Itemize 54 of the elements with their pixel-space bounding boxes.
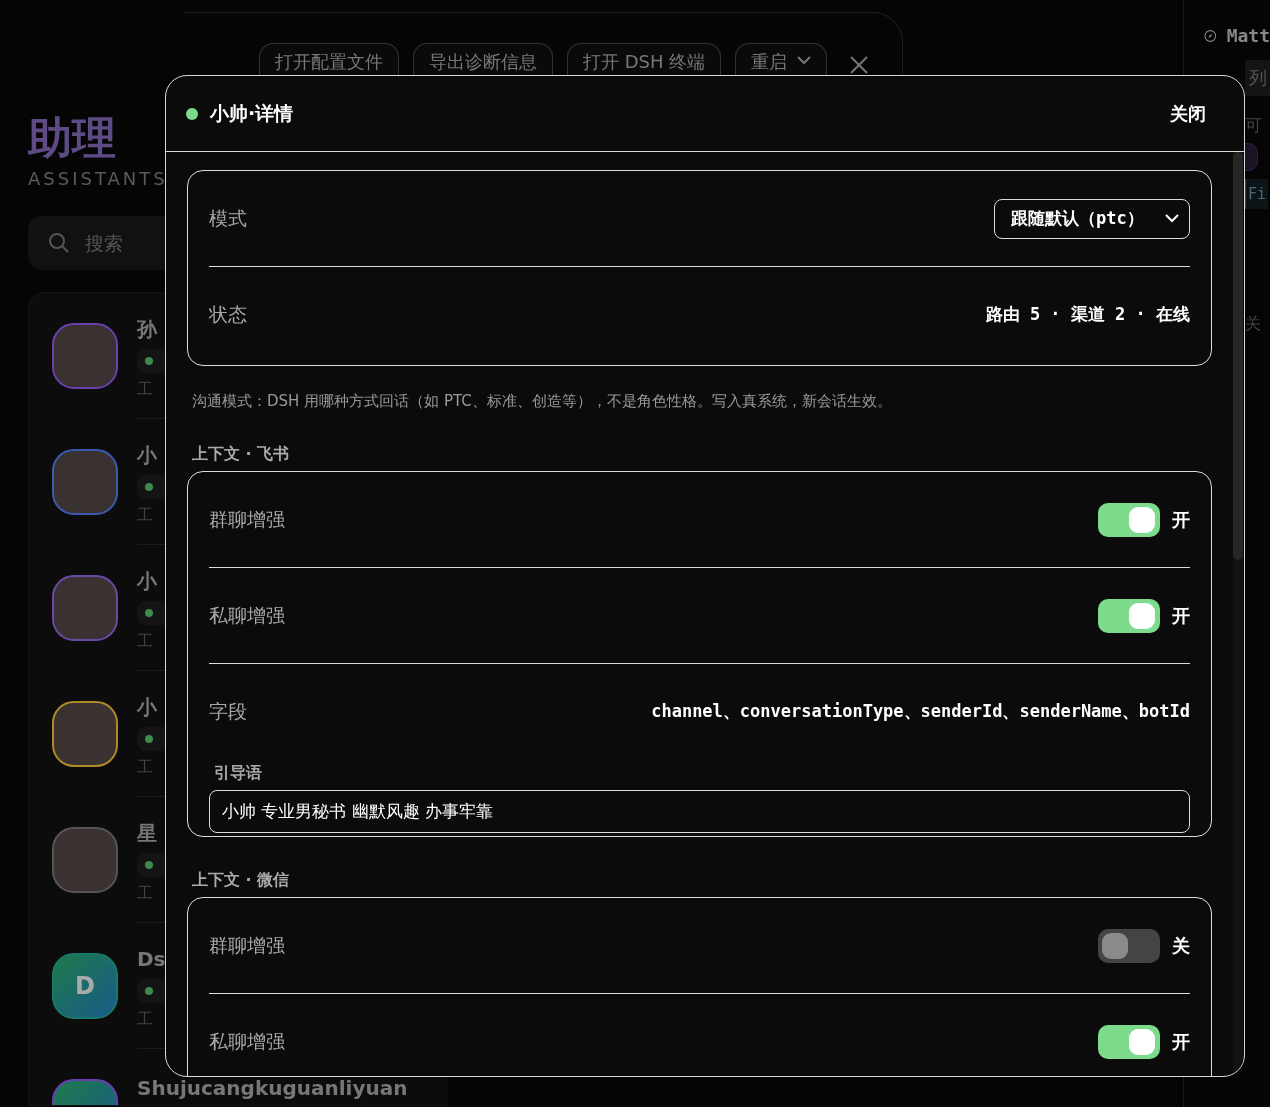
assistant-role: 工: [137, 631, 153, 652]
assistant-name[interactable]: 小: [137, 441, 157, 469]
panel-title: Matt: [1226, 25, 1270, 46]
toolbar-button[interactable]: 打开 DSH 终端: [567, 43, 722, 76]
toggle-state: 关: [1172, 933, 1190, 958]
avatar-badge: D: [52, 953, 118, 1019]
close-button[interactable]: [849, 55, 870, 75]
assistant-name[interactable]: 小: [137, 693, 157, 721]
field-value: 路由 5 · 渠道 2 · 在线: [985, 303, 1190, 326]
assistant-role: 工: [137, 1009, 153, 1030]
toggle-state: 开: [1172, 507, 1190, 532]
mode-select[interactable]: 跟随默认（ptc）: [994, 198, 1190, 239]
field-label: 模式: [209, 205, 247, 231]
assistant-name[interactable]: Shujucangkuguanliyuan: [137, 1078, 408, 1098]
assistant-role: 工: [137, 505, 153, 526]
list-button[interactable]: 列: [1245, 60, 1270, 96]
caret-icon: [797, 56, 812, 65]
toggle-switch[interactable]: [1098, 928, 1160, 963]
page-subtitle: ASSISTANTS: [28, 168, 169, 189]
toolbar-button[interactable]: 打开配置文件: [259, 43, 399, 76]
section-heading: 上下文 · 飞书: [192, 444, 291, 465]
close-button[interactable]: 关闭: [1170, 101, 1206, 126]
assistant-name[interactable]: Ds: [137, 945, 166, 973]
field-label: 群聊增强: [209, 932, 285, 958]
assistant-name[interactable]: 星: [137, 819, 157, 847]
page-title: 助理: [28, 111, 117, 165]
toolbar-button[interactable]: 导出诊断信息: [413, 43, 553, 76]
field-label: 字段: [209, 698, 247, 724]
toggle-state: 开: [1172, 1029, 1190, 1054]
toggle-switch[interactable]: [1098, 598, 1160, 633]
assistant-role: 工: [137, 757, 153, 778]
toggle-state: 开: [1172, 603, 1190, 628]
search-icon: [48, 232, 70, 254]
filter-field[interactable]: Fi: [1245, 179, 1269, 209]
assistant-name[interactable]: 小: [137, 567, 157, 595]
field-label: 私聊增强: [209, 1028, 285, 1054]
help-text: 沟通模式：DSH 用哪种方式回话（如 PTC、标准、创造等），不是角色性格。写入真系统，新会话生效。: [192, 392, 893, 411]
toggle-switch[interactable]: [1098, 1024, 1160, 1059]
field-label: 引导语: [214, 763, 262, 784]
field-label: 状态: [209, 301, 247, 327]
field-label: 群聊增强: [209, 506, 285, 532]
prompt-input[interactable]: 小帅 专业男秘书 幽默风趣 办事牢靠: [209, 790, 1190, 833]
section-heading: 上下文 · 微信: [192, 870, 291, 891]
search-field[interactable]: 搜索: [28, 216, 165, 270]
hint-text: 可: [1245, 114, 1262, 137]
chevron-icon: [1165, 214, 1179, 223]
field-label: 私聊增强: [209, 602, 285, 628]
field-value: channel、conversationType、senderId、senderName、botId: [651, 700, 1190, 723]
assistant-role: 工: [137, 379, 153, 400]
toggle-switch[interactable]: [1098, 502, 1160, 537]
assistant-role: 工: [137, 883, 153, 904]
dialog-title: 小帅·详情: [210, 100, 294, 126]
toolbar-button[interactable]: 重启: [735, 43, 828, 76]
assistant-name[interactable]: 孙: [137, 315, 157, 343]
